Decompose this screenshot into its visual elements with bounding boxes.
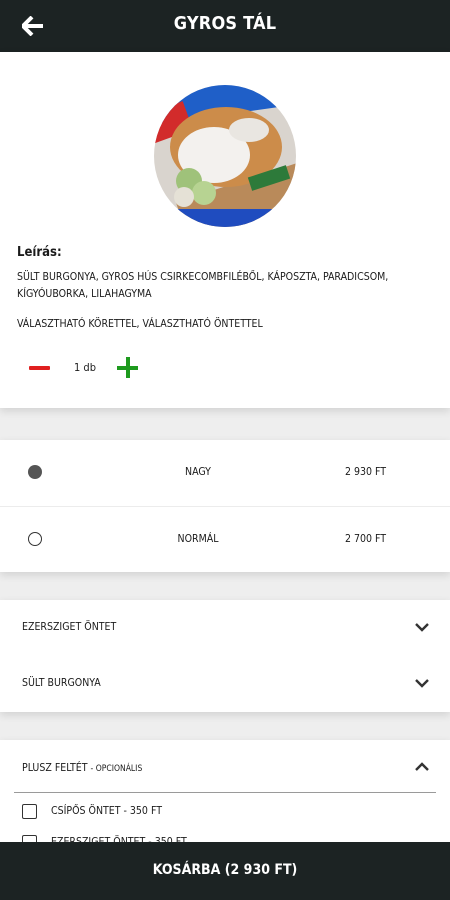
add-to-cart-button[interactable]: Kosárba (2 930 Ft) [0, 842, 450, 900]
options-card: Ezersziget öntet Sült burgonya [0, 600, 450, 712]
add-to-cart-label: Kosárba (2 930 Ft) [152, 862, 298, 878]
chevron-down-icon [415, 679, 429, 688]
extras-title: Plusz feltét - opcionális [22, 762, 142, 774]
extra-option-label: Csípős öntet - 350 Ft [51, 805, 162, 817]
quantity-increase-button[interactable] [117, 357, 139, 379]
product-card: Leírás: Sült burgonya, gyros hús csirkec… [0, 52, 450, 408]
quantity-value: 1 db [74, 361, 97, 374]
chevron-down-icon [415, 623, 429, 632]
extras-subtitle: - opcionális [90, 764, 143, 774]
radio-selected-icon[interactable] [28, 465, 42, 479]
extras-section-header[interactable]: Plusz feltét - opcionális [0, 740, 450, 792]
extras-title-text: Plusz feltét [22, 762, 88, 774]
size-option-nagy[interactable]: Nagy 2 930 Ft [0, 440, 450, 506]
divider [14, 792, 436, 793]
size-price: 2 930 Ft [344, 466, 386, 478]
checkbox[interactable] [22, 804, 37, 819]
size-option-normal[interactable]: Normál 2 700 Ft [0, 506, 450, 573]
extra-option-hot-sauce[interactable]: Csípős öntet - 350 Ft [0, 800, 450, 826]
side-dish-dropdown[interactable]: Sült burgonya [0, 656, 450, 712]
quantity-decrease-button[interactable] [29, 357, 51, 379]
size-name: Normál [177, 533, 219, 545]
description-note: Választható körettel, választható öntett… [17, 318, 263, 330]
size-price: 2 700 Ft [344, 533, 386, 545]
dressing-dropdown[interactable]: Ezersziget öntet [0, 600, 450, 656]
page-title: GYROS TÁL [173, 13, 277, 34]
size-options-card: Nagy 2 930 Ft Normál 2 700 Ft [0, 440, 450, 572]
chevron-up-icon [415, 762, 429, 771]
size-name: Nagy [185, 466, 211, 478]
dropdown-label: Sült burgonya [22, 677, 101, 689]
description-text: Sült burgonya, gyros hús csirkecombfiléb… [17, 271, 389, 300]
dropdown-label: Ezersziget öntet [22, 621, 117, 633]
description-heading: Leírás: [17, 245, 62, 260]
top-app-bar: GYROS TÁL [0, 0, 450, 52]
product-image [154, 85, 296, 227]
radio-unselected-icon[interactable] [28, 532, 42, 546]
